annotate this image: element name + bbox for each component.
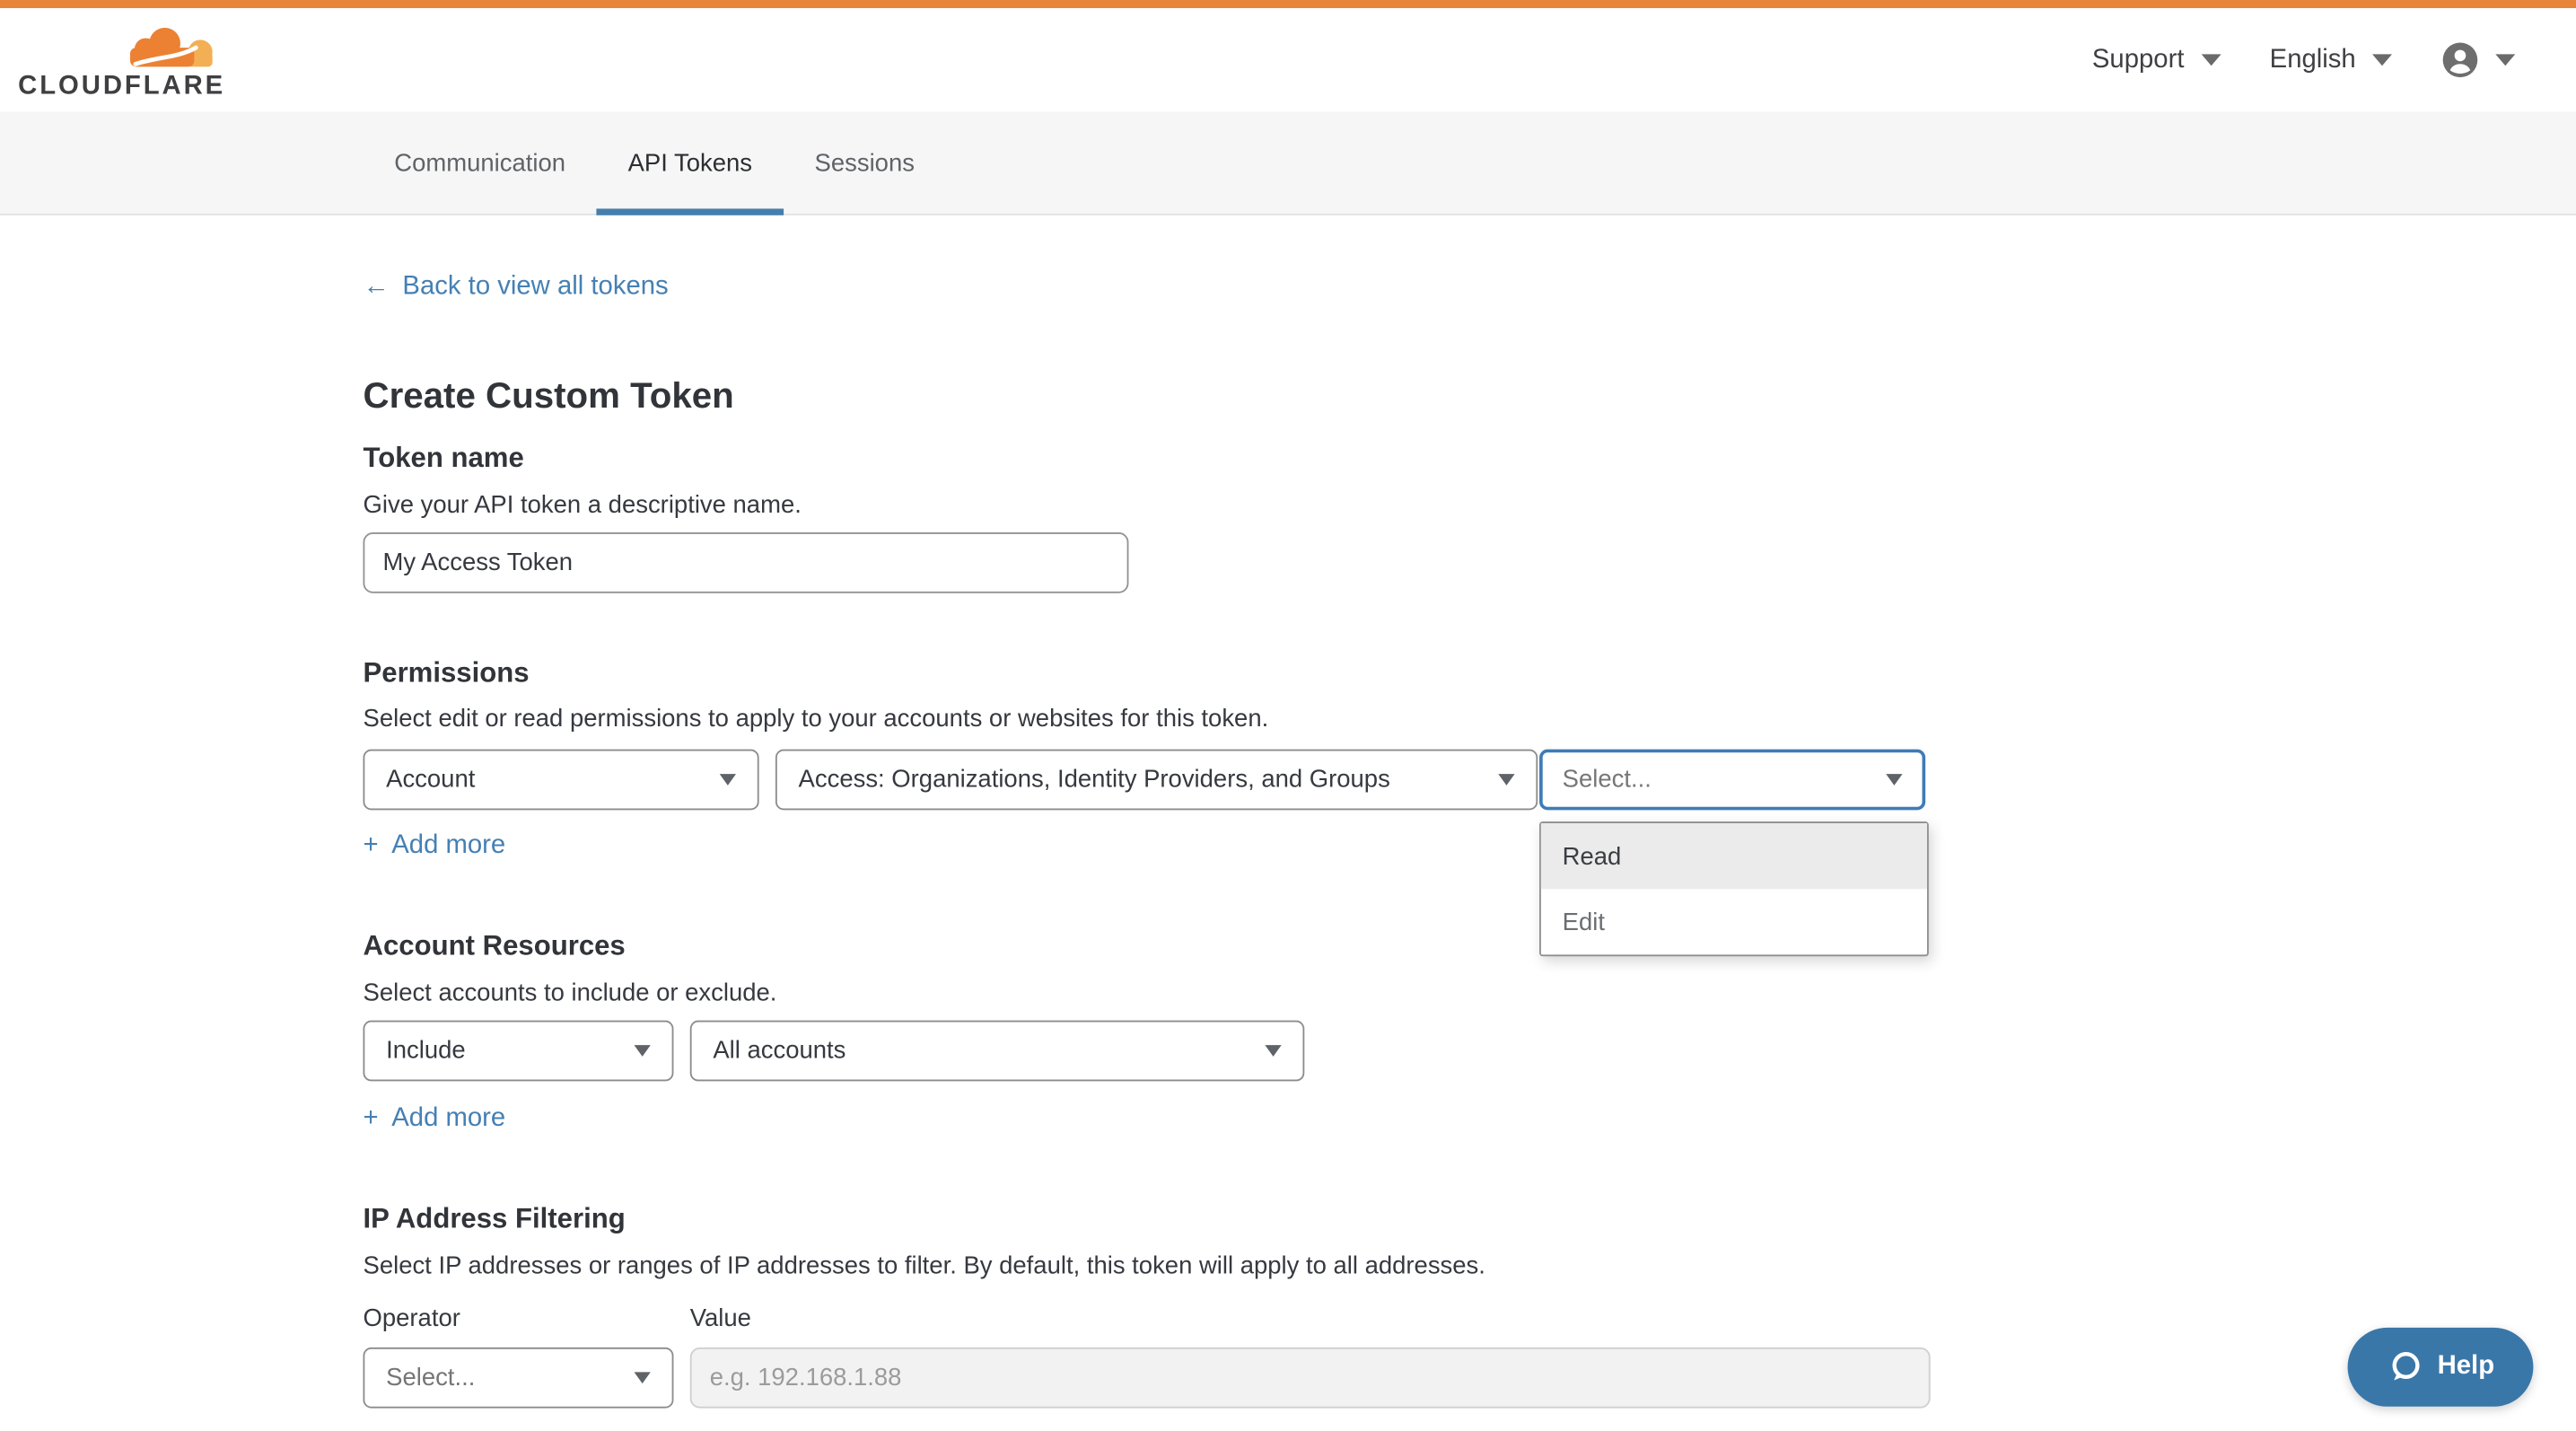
permissions-add-more-link: + Add more [364, 831, 506, 861]
cloudflare-logo[interactable]: CLOUDFLARE [18, 24, 215, 103]
token-name-heading: Token name [364, 442, 524, 475]
cloudflare-profile-api-tokens-page: CLOUDFLARE Support English C [0, 0, 2576, 1431]
permission-group-select[interactable]: Access: Organizations, Identity Provider… [775, 750, 1538, 811]
chevron-down-icon [720, 774, 736, 786]
language-menu[interactable]: English [2270, 45, 2392, 75]
permission-access-select[interactable]: Select... [1539, 750, 1925, 811]
account-resource-value: All accounts [713, 1037, 846, 1065]
page-title: Create Custom Token [364, 374, 734, 417]
tab-sessions-label: Sessions [815, 149, 915, 177]
cloudflare-wordmark: CLOUDFLARE [18, 72, 225, 101]
user-avatar-icon [2441, 41, 2479, 79]
permission-group-value: Access: Organizations, Identity Provider… [799, 766, 1390, 794]
ip-filtering-description: Select IP addresses or ranges of IP addr… [364, 1252, 1485, 1280]
token-name-description: Give your API token a descriptive name. [364, 491, 802, 519]
access-level-dropdown-menu: Read Edit [1539, 821, 1929, 956]
account-resource-select[interactable]: All accounts [690, 1021, 1305, 1082]
ip-value-input[interactable] [690, 1348, 1931, 1409]
chevron-down-icon [1265, 1045, 1281, 1057]
dropdown-option-edit[interactable]: Edit [1541, 889, 1927, 954]
ip-operator-select[interactable]: Select... [364, 1348, 674, 1409]
chevron-down-icon [2495, 54, 2515, 66]
add-more-link[interactable]: + Add more [364, 1104, 506, 1134]
account-include-value: Include [386, 1037, 466, 1065]
dropdown-option-read-label: Read [1563, 842, 1622, 870]
permission-access-placeholder: Select... [1563, 766, 1652, 794]
back-link-label: Back to view all tokens [402, 273, 668, 303]
language-menu-label: English [2270, 45, 2356, 75]
cloudflare-cloud-icon [123, 24, 218, 70]
header-menus: Support English [2092, 41, 2515, 79]
page-viewport: CLOUDFLARE Support English C [0, 0, 2576, 1431]
tab-api-tokens-label: API Tokens [628, 149, 752, 177]
support-menu-label: Support [2092, 45, 2185, 75]
account-resources-add-more-link: + Add more [364, 1104, 506, 1134]
tab-api-tokens[interactable]: API Tokens [597, 111, 784, 213]
account-resources-description: Select accounts to include or exclude. [364, 979, 777, 1007]
help-button-label: Help [2438, 1352, 2494, 1382]
ip-filtering-heading: IP Address Filtering [364, 1203, 626, 1236]
permissions-description: Select edit or read permissions to apply… [364, 705, 1269, 733]
chevron-down-icon [1498, 774, 1514, 786]
plus-icon: + [364, 831, 379, 861]
plus-icon: + [364, 1104, 379, 1134]
back-to-tokens-link[interactable]: ← Back to view all tokens [364, 273, 669, 303]
token-name-input[interactable] [364, 532, 1129, 593]
add-more-label: Add more [391, 831, 505, 861]
chevron-down-icon [2372, 54, 2392, 66]
tab-communication-label: Communication [394, 149, 565, 177]
help-button[interactable]: Help [2348, 1328, 2534, 1407]
tab-sessions[interactable]: Sessions [784, 111, 946, 213]
brand-accent-bar [0, 0, 2576, 8]
dropdown-option-read[interactable]: Read [1541, 823, 1927, 889]
chevron-down-icon [1886, 774, 1902, 786]
account-include-select[interactable]: Include [364, 1021, 674, 1082]
support-menu[interactable]: Support [2092, 45, 2221, 75]
account-resources-heading: Account Resources [364, 930, 626, 963]
permissions-heading: Permissions [364, 657, 530, 690]
account-menu[interactable] [2441, 41, 2515, 79]
add-more-label: Add more [391, 1104, 505, 1134]
chevron-down-icon [2201, 54, 2221, 66]
profile-tab-bar: Communication API Tokens Sessions [0, 111, 2576, 215]
tab-communication[interactable]: Communication [364, 111, 597, 213]
ip-operator-placeholder: Select... [386, 1364, 475, 1391]
permission-scope-value: Account [386, 766, 475, 794]
value-label: Value [690, 1304, 751, 1332]
arrow-left-icon: ← [364, 273, 390, 303]
dropdown-option-edit-label: Edit [1563, 908, 1605, 935]
operator-label: Operator [364, 1304, 460, 1332]
chevron-down-icon [635, 1045, 651, 1057]
global-header: CLOUDFLARE Support English [0, 8, 2576, 111]
permission-scope-select[interactable]: Account [364, 750, 759, 811]
chevron-down-icon [635, 1372, 651, 1383]
chat-bubble-icon [2387, 1349, 2423, 1385]
add-more-link[interactable]: + Add more [364, 831, 506, 861]
